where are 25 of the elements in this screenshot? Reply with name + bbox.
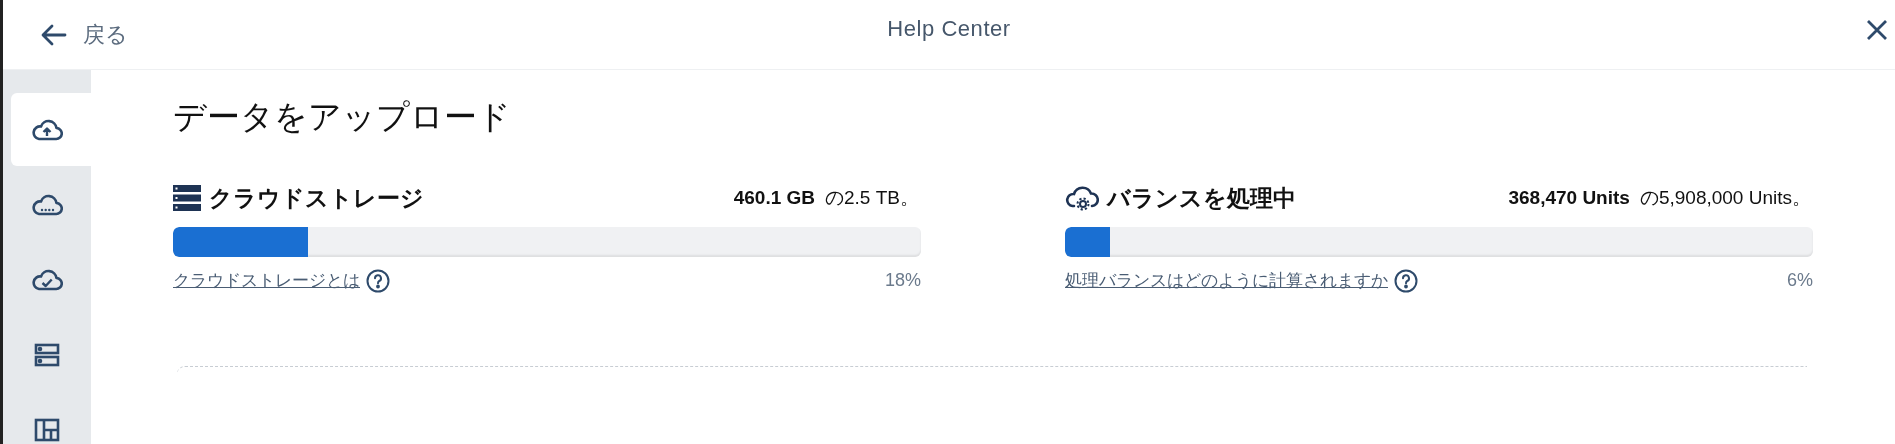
percent-label: 18% <box>884 269 921 293</box>
cloud-upload-icon <box>31 117 63 142</box>
server-icon <box>34 342 60 367</box>
section-title: クラウドストレージ <box>209 184 424 213</box>
total-amount: の5,908,000 Units。 <box>1639 186 1811 210</box>
cloud-dots-icon <box>31 192 63 217</box>
used-amount: 460.1 GB <box>733 186 815 210</box>
cloud-check-icon <box>31 267 63 292</box>
back-button[interactable]: 戻る <box>41 18 128 51</box>
section-title: バランスを処理中 <box>1107 184 1296 213</box>
help-link[interactable]: クラウドストレージとは <box>173 268 360 294</box>
close-icon <box>1866 19 1888 41</box>
page-title: データをアップロード <box>173 97 512 137</box>
help-link[interactable]: 処理バランスはどのように計算されますか <box>1065 268 1388 294</box>
total-amount: の2.5 TB。 <box>825 186 919 210</box>
used-amount: 368,470 Units <box>1508 186 1630 210</box>
layout-icon <box>34 417 60 442</box>
back-arrow-icon <box>41 23 67 46</box>
sidebar-tab[interactable] <box>11 93 91 166</box>
server-stack-icon <box>173 185 201 212</box>
help-icon[interactable] <box>1394 268 1418 293</box>
window-title: Help Center <box>887 15 1011 43</box>
percent-label: 6% <box>1787 269 1813 293</box>
cloud-gear-icon <box>1065 184 1099 213</box>
help-icon[interactable] <box>366 268 390 293</box>
